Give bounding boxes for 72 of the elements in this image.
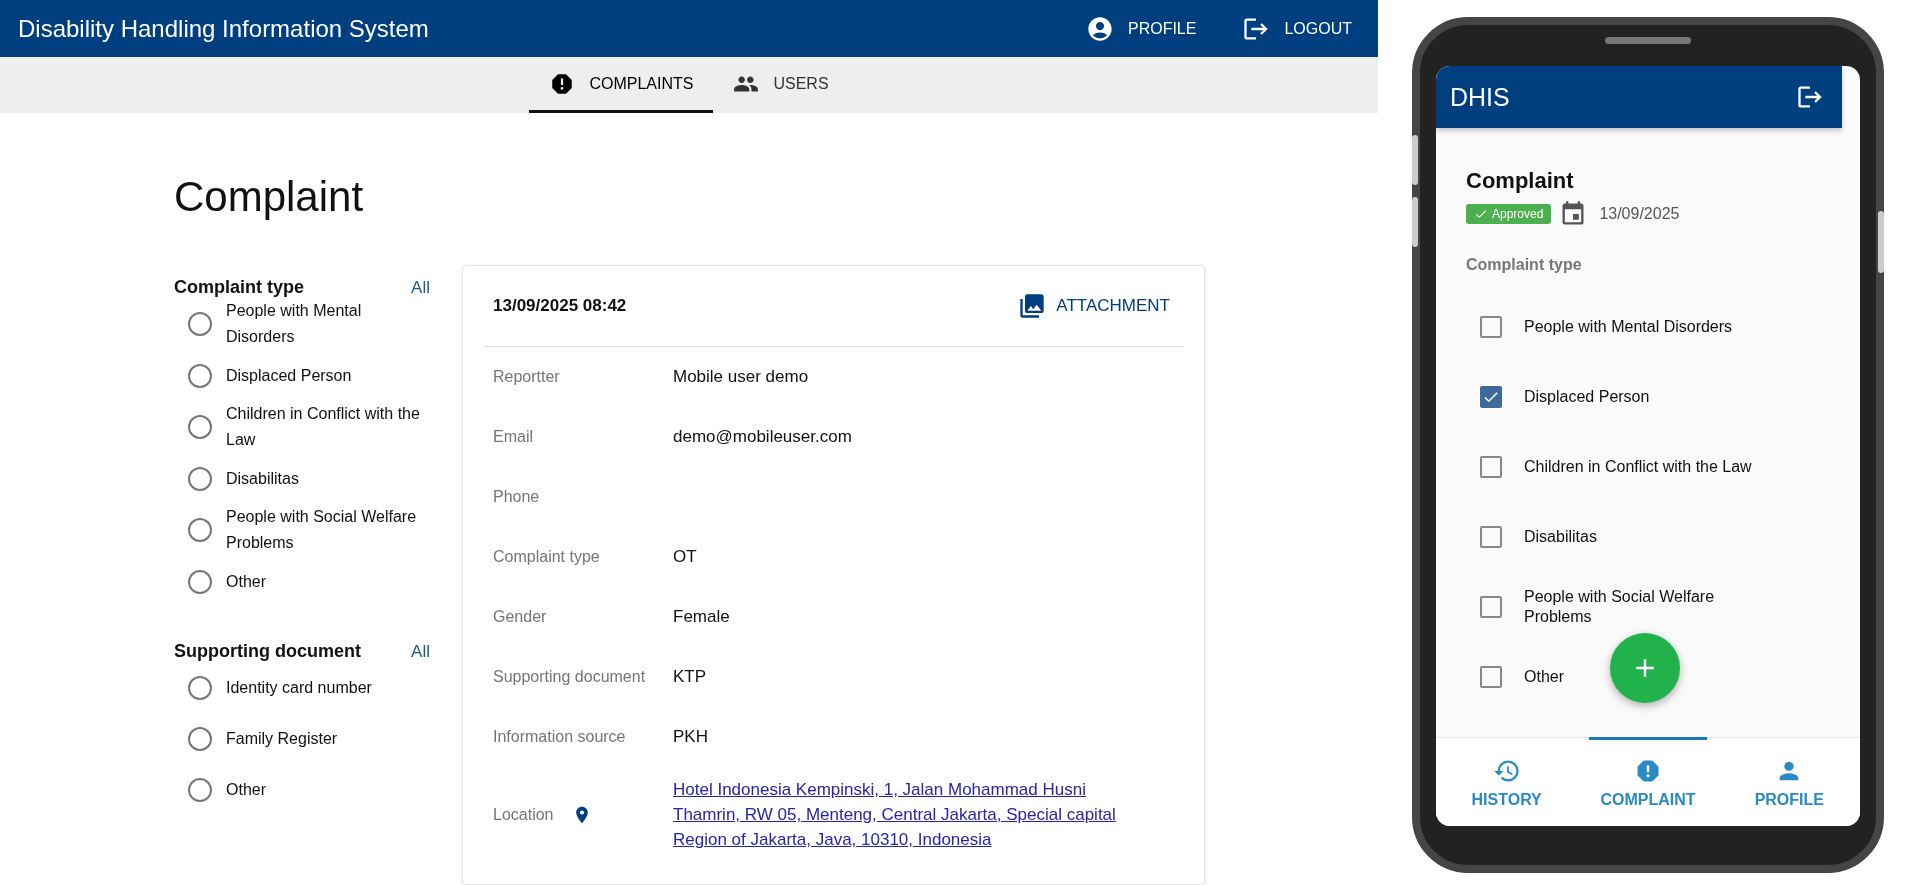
checkbox-label: Children in Conflict with the Law [1524, 457, 1752, 477]
tab[interactable]: COMPLAINTS [529, 57, 714, 113]
complaint-date: 13/09/2025 [1599, 205, 1680, 223]
field-value: Mobile user demo [673, 367, 809, 387]
checkbox[interactable] [1480, 666, 1502, 688]
field-label: Phone [493, 488, 541, 506]
radio-button[interactable] [188, 415, 212, 439]
page-title: Complaint [174, 173, 365, 221]
checkbox-label: Displaced Person [1524, 387, 1650, 407]
mobile-title: Complaint [1466, 168, 1575, 194]
checkbox-label: People with Social Welfare Problems [1524, 587, 1716, 627]
phone-side-key [1412, 135, 1418, 185]
field-value: PKH [673, 727, 708, 747]
field-label: Email [493, 428, 534, 446]
attachment-button[interactable]: ATTACHMENT [1014, 286, 1174, 326]
field-value: Female [673, 607, 730, 627]
field-label: Location [493, 805, 554, 824]
checkbox-label: People with Mental Disorders [1524, 317, 1733, 337]
filter-title: Complaint type [174, 277, 304, 298]
header-button[interactable]: LOGOUT [1234, 8, 1360, 49]
radio-label: Family Register [226, 728, 338, 749]
gallery-icon [1018, 292, 1047, 320]
add-button[interactable] [1610, 633, 1680, 703]
phone-side-key [1878, 211, 1884, 273]
radio-button[interactable] [188, 312, 212, 336]
location-link[interactable]: Hotel Indonesia Kempinski, 1, Jalan Mohammad Husni Thamrin, RW 05, Menteng, Central Jakarta, Special capital Region of Jakarta, Java, 10310, Indonesia [673, 777, 1123, 852]
nav-item[interactable]: COMPLAINT [1589, 737, 1707, 826]
radio-button[interactable] [188, 466, 212, 491]
complaint-datetime: 13/09/2025 08:42 [493, 296, 627, 316]
checkbox-label: Disabilitas [1524, 527, 1597, 547]
field-label: Complaint type [493, 548, 601, 566]
radio-label: Other [226, 779, 266, 800]
field-label: Gender [493, 608, 548, 626]
radio-button[interactable] [188, 777, 212, 802]
radio-label: People with Mental Disorders [226, 301, 363, 347]
radio-label: Disabilitas [226, 468, 299, 489]
radio-label: Displaced Person [226, 365, 352, 386]
checkbox[interactable] [1480, 386, 1502, 408]
field-value: demo@mobileuser.com [673, 427, 852, 447]
phone-side-key [1412, 197, 1418, 247]
checkbox[interactable] [1480, 316, 1502, 338]
filter-title: Supporting document [174, 641, 361, 662]
nav-item[interactable]: PROFILE [1730, 737, 1849, 826]
field-value: OT [673, 547, 697, 567]
status-badge: Approved [1466, 204, 1552, 224]
all-link[interactable]: All [411, 641, 430, 662]
radio-button[interactable] [188, 675, 212, 700]
checkbox[interactable] [1480, 526, 1502, 548]
check-icon [1474, 207, 1488, 221]
radio-label: Identity card number [226, 677, 372, 698]
field-label: Supporting document [493, 668, 647, 686]
radio-button[interactable] [188, 726, 212, 751]
checkbox[interactable] [1480, 456, 1502, 478]
field-label: Reportter [493, 368, 561, 386]
radio-button[interactable] [188, 363, 212, 388]
section-label: Complaint type [1466, 256, 1583, 274]
radio-button[interactable] [188, 518, 212, 542]
all-link[interactable]: All [411, 277, 430, 298]
account-icon [1085, 14, 1114, 43]
checkbox-label: Other [1524, 667, 1564, 687]
field-label: Information source [493, 728, 627, 746]
field-value: KTP [673, 667, 707, 687]
radio-button[interactable] [188, 569, 212, 594]
app-title: Disability Handling Information System [18, 14, 430, 43]
radio-label: Other [226, 571, 266, 592]
mobile-app-title: DHIS [1450, 82, 1510, 112]
nav-item[interactable]: HISTORY [1447, 737, 1566, 826]
header-button[interactable]: PROFILE [1077, 8, 1205, 49]
checkbox[interactable] [1480, 596, 1502, 618]
radio-label: People with Social Welfare Problems [226, 507, 418, 553]
tab[interactable]: USERS [713, 57, 849, 113]
radio-label: Children in Conflict with the Law [226, 404, 421, 450]
